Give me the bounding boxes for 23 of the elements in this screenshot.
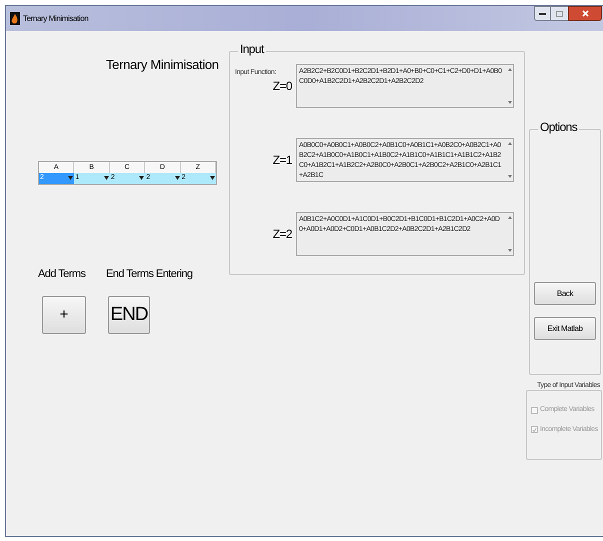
close-button[interactable] <box>568 6 602 21</box>
app-heading: Ternary Minimisation <box>106 56 220 74</box>
minimize-button[interactable] <box>534 6 551 21</box>
flame-icon <box>10 12 20 25</box>
dropdown-arrow-icon <box>174 176 180 180</box>
window-title: Ternary Minimisation <box>23 12 88 24</box>
close-icon <box>582 10 588 17</box>
dropdown-arrow-icon <box>210 176 216 180</box>
add-terms-label: Add Terms <box>38 266 86 282</box>
group-title: Input <box>238 43 266 55</box>
add-term-button[interactable]: + <box>42 296 86 334</box>
end-terms-label: End Terms Entering <box>106 266 193 282</box>
z-label: Z=2 <box>272 226 292 243</box>
group-title: Options <box>538 121 580 133</box>
dropdown-arrow-icon <box>68 176 74 180</box>
option-button[interactable]: Back <box>534 282 596 305</box>
dropdown-arrow-icon <box>139 176 144 180</box>
z-label: Z=1 <box>272 152 292 169</box>
dropdown-arrow-icon <box>104 176 109 180</box>
z-label: Z=0 <box>272 78 292 95</box>
option-button[interactable]: Exit Matlab <box>534 317 596 340</box>
checkmark-icon <box>532 426 537 433</box>
end-button[interactable]: END <box>108 296 150 334</box>
